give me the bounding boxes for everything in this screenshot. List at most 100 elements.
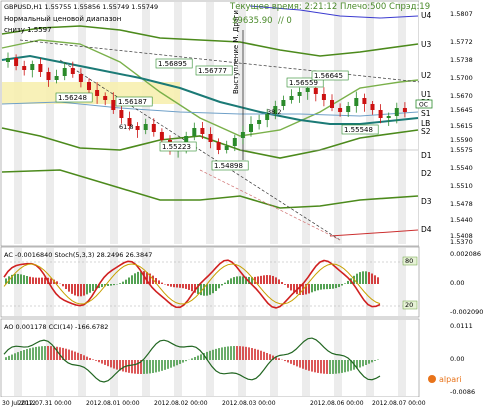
chart-window[interactable]: 1.56895 1.56777 1.56248 1.56187 1.55223 1.548…: [0, 0, 500, 408]
candle-body: [402, 108, 407, 112]
candle-body: [232, 138, 237, 146]
candle-body: [30, 64, 35, 70]
candle-body: [38, 64, 43, 72]
price-annotation: 1.56187: [118, 98, 147, 106]
candle-body: [224, 146, 229, 150]
ac-axis-tick: 0.002086: [450, 250, 481, 258]
session-stripe: [366, 320, 374, 396]
price-annotation: 1.56248: [58, 94, 87, 102]
alpari-logo: alpari: [428, 375, 462, 384]
server-time: Текущее время: 2:21:12 Плечо:500 Спрэд:1…: [229, 2, 430, 12]
candle-body: [216, 142, 221, 150]
ao-axis-tick: 0.0111: [450, 322, 473, 330]
session-stripe: [46, 320, 54, 396]
stoch-level-label: 20: [405, 301, 413, 309]
ac-axis-tick: 0.00: [450, 279, 464, 287]
level-d4: D4: [421, 225, 432, 234]
alpari-icon: [428, 375, 436, 383]
price-annotation: 1.54898: [214, 162, 243, 170]
candle-body: [95, 90, 100, 96]
chart-canvas[interactable]: 1.56895 1.56777 1.56248 1.56187 1.55223 1.548…: [0, 0, 500, 408]
price-tick: 1.5510: [450, 182, 473, 190]
candle-body: [330, 100, 334, 108]
price-tick: 1.5540: [450, 164, 473, 172]
level-labels: U4U3U2U1R1S1LBS2D1D2D3D4: [421, 11, 432, 234]
price-annotation: 1.55223: [162, 143, 191, 151]
session-stripe: [110, 2, 118, 244]
fib-label: 61.8: [119, 123, 133, 131]
ao-title: AO 0.001178 CCI(14) -166.6782: [4, 323, 108, 331]
candle-body: [386, 116, 391, 118]
level-u2: U2: [421, 71, 431, 80]
candle-body: [257, 120, 262, 124]
session-stripe: [302, 320, 310, 396]
price-tick: 1.5440: [450, 216, 473, 224]
session-stripe: [334, 320, 342, 396]
candle-body: [313, 88, 318, 94]
session-stripe: [14, 2, 22, 244]
time-tick: 2012.07.31 00:00: [18, 400, 72, 407]
candle-body: [78, 74, 83, 82]
price-tick: 1.5615: [450, 122, 473, 130]
session-stripe: [398, 2, 406, 244]
candle-body: [249, 124, 253, 132]
fib-label: 38.2: [267, 108, 281, 116]
candle-body: [159, 132, 164, 140]
price-tick: 1.5575: [450, 146, 473, 154]
time-tick: 2012.08.02 00:00: [154, 400, 208, 407]
price-tick: 1.5590: [450, 136, 473, 144]
session-stripe: [302, 2, 310, 244]
level-d3: D3: [421, 197, 432, 206]
symbol-header: GBPUSD,H1 1.55755 1.55856 1.55749 1.5574…: [4, 3, 158, 11]
candle-body: [354, 98, 359, 106]
candle-body: [200, 128, 205, 134]
time-tick: 2012.08.01 00:00: [86, 400, 140, 407]
candle-body: [22, 66, 27, 70]
price-annotation: 1.56895: [158, 60, 187, 68]
candle-body: [103, 96, 108, 100]
level-s1: S1: [421, 109, 431, 118]
time-tick: 2012.08.03 00:00: [222, 400, 276, 407]
level-d2: D2: [421, 169, 432, 178]
price-tick: 1.5772: [450, 38, 473, 46]
candle-body: [305, 88, 310, 92]
candle-body: [297, 92, 302, 96]
candle-body: [394, 108, 399, 116]
stoch-level-label: 80: [405, 257, 413, 265]
candle-body: [281, 100, 286, 106]
session-stripe: [110, 320, 118, 396]
price-annotation: 1.56777: [198, 67, 227, 75]
candle-body: [87, 82, 91, 90]
candle-body: [14, 58, 19, 66]
price-tick: 1.5370: [450, 238, 473, 246]
candle-body: [346, 106, 351, 112]
session-stripe: [142, 320, 150, 396]
normal-range-label: Нормальный ценовой диапазон: [4, 15, 121, 23]
ao-axis-tick: 0.00: [450, 355, 464, 363]
candle-body: [321, 94, 326, 100]
level-d1: D1: [421, 151, 432, 160]
price-tick: 1.5670: [450, 92, 473, 100]
candle-body: [289, 96, 294, 100]
ao-axis-tick: -0.0086: [450, 388, 475, 396]
candle-body: [70, 68, 75, 74]
candle-body: [240, 132, 245, 138]
candle-body: [119, 110, 124, 118]
candle-body: [370, 104, 375, 110]
session-stripe: [78, 320, 86, 396]
candle-body: [338, 108, 343, 112]
price-tick: 1.5645: [450, 106, 473, 114]
time-tick: 2012.08.07 00:00: [372, 400, 426, 407]
candle-body: [62, 68, 67, 76]
time-tick: 2012.08.06 00:00: [310, 400, 364, 407]
session-stripe: [174, 320, 182, 396]
balance-suffix: // 0: [278, 16, 292, 26]
price-tick: 1.5807: [450, 10, 473, 18]
range-note: снизу 1.5597: [4, 26, 52, 34]
level-u3: U3: [421, 40, 431, 49]
candle-body: [54, 76, 59, 80]
candle-body: [208, 134, 213, 142]
candle-body: [46, 72, 51, 80]
price-tick: 1.5478: [450, 200, 473, 208]
current-price-marker: OC: [415, 99, 433, 109]
